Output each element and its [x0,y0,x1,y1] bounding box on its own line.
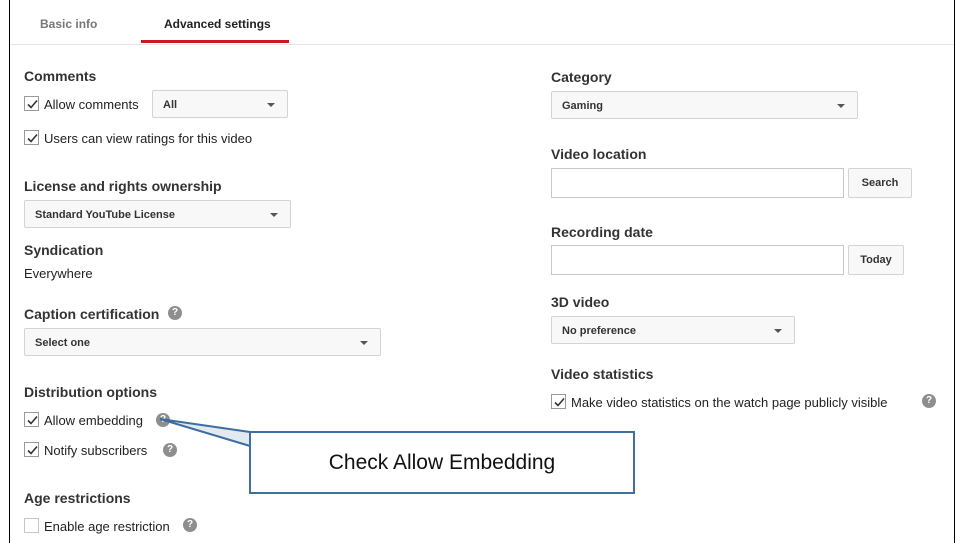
annotation-callout: Check Allow Embedding [249,431,635,494]
